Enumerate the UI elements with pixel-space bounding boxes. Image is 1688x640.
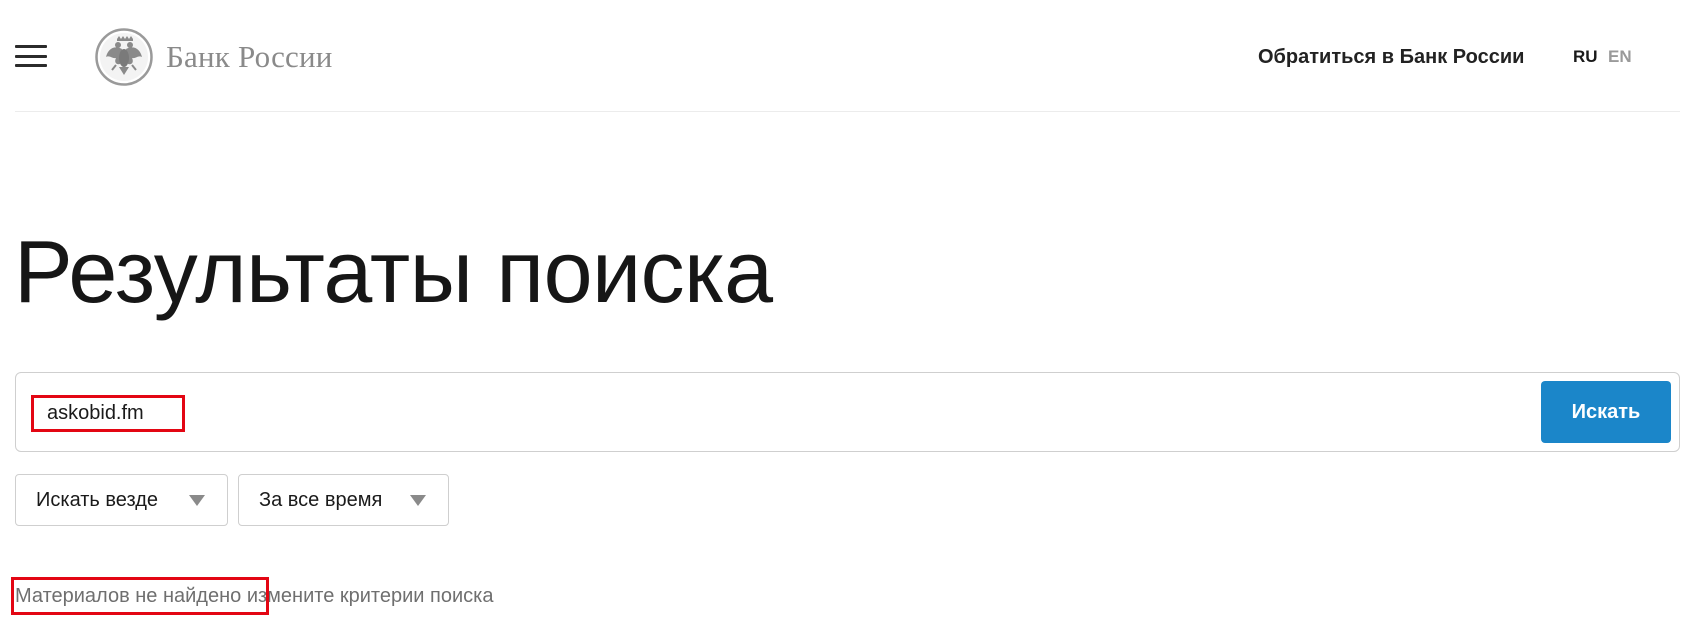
search-result-message: Материалов не найдено измените критерии … (15, 585, 493, 608)
triangle-down-icon (189, 495, 205, 506)
not-found-text: Материалов не найдено (15, 585, 242, 607)
triangle-down-icon (410, 495, 426, 506)
logo-text: Банк России (166, 39, 333, 74)
search-box: Искать (15, 372, 1680, 452)
menu-icon[interactable] (15, 45, 47, 67)
period-dropdown-label: За все время (259, 488, 383, 511)
lang-en-button[interactable]: EN (1608, 47, 1632, 67)
page: Банк России Обратиться в Банк России RU … (0, 0, 1688, 640)
scope-dropdown[interactable]: Искать везде (15, 474, 228, 526)
period-dropdown[interactable]: За все время (238, 474, 449, 526)
site-header: Банк России Обратиться в Банк России RU … (15, 0, 1680, 112)
search-button[interactable]: Искать (1541, 381, 1671, 443)
hint-text: измените критерии поиска (246, 585, 494, 607)
contact-bank-link[interactable]: Обратиться в Банк России (1258, 46, 1524, 69)
emblem-icon (95, 28, 153, 86)
lang-ru-button[interactable]: RU (1573, 47, 1598, 67)
search-input[interactable] (31, 391, 1431, 435)
bank-logo[interactable]: Банк России (94, 27, 333, 87)
page-title: Результаты поиска (14, 222, 773, 321)
scope-dropdown-label: Искать везде (36, 488, 158, 511)
